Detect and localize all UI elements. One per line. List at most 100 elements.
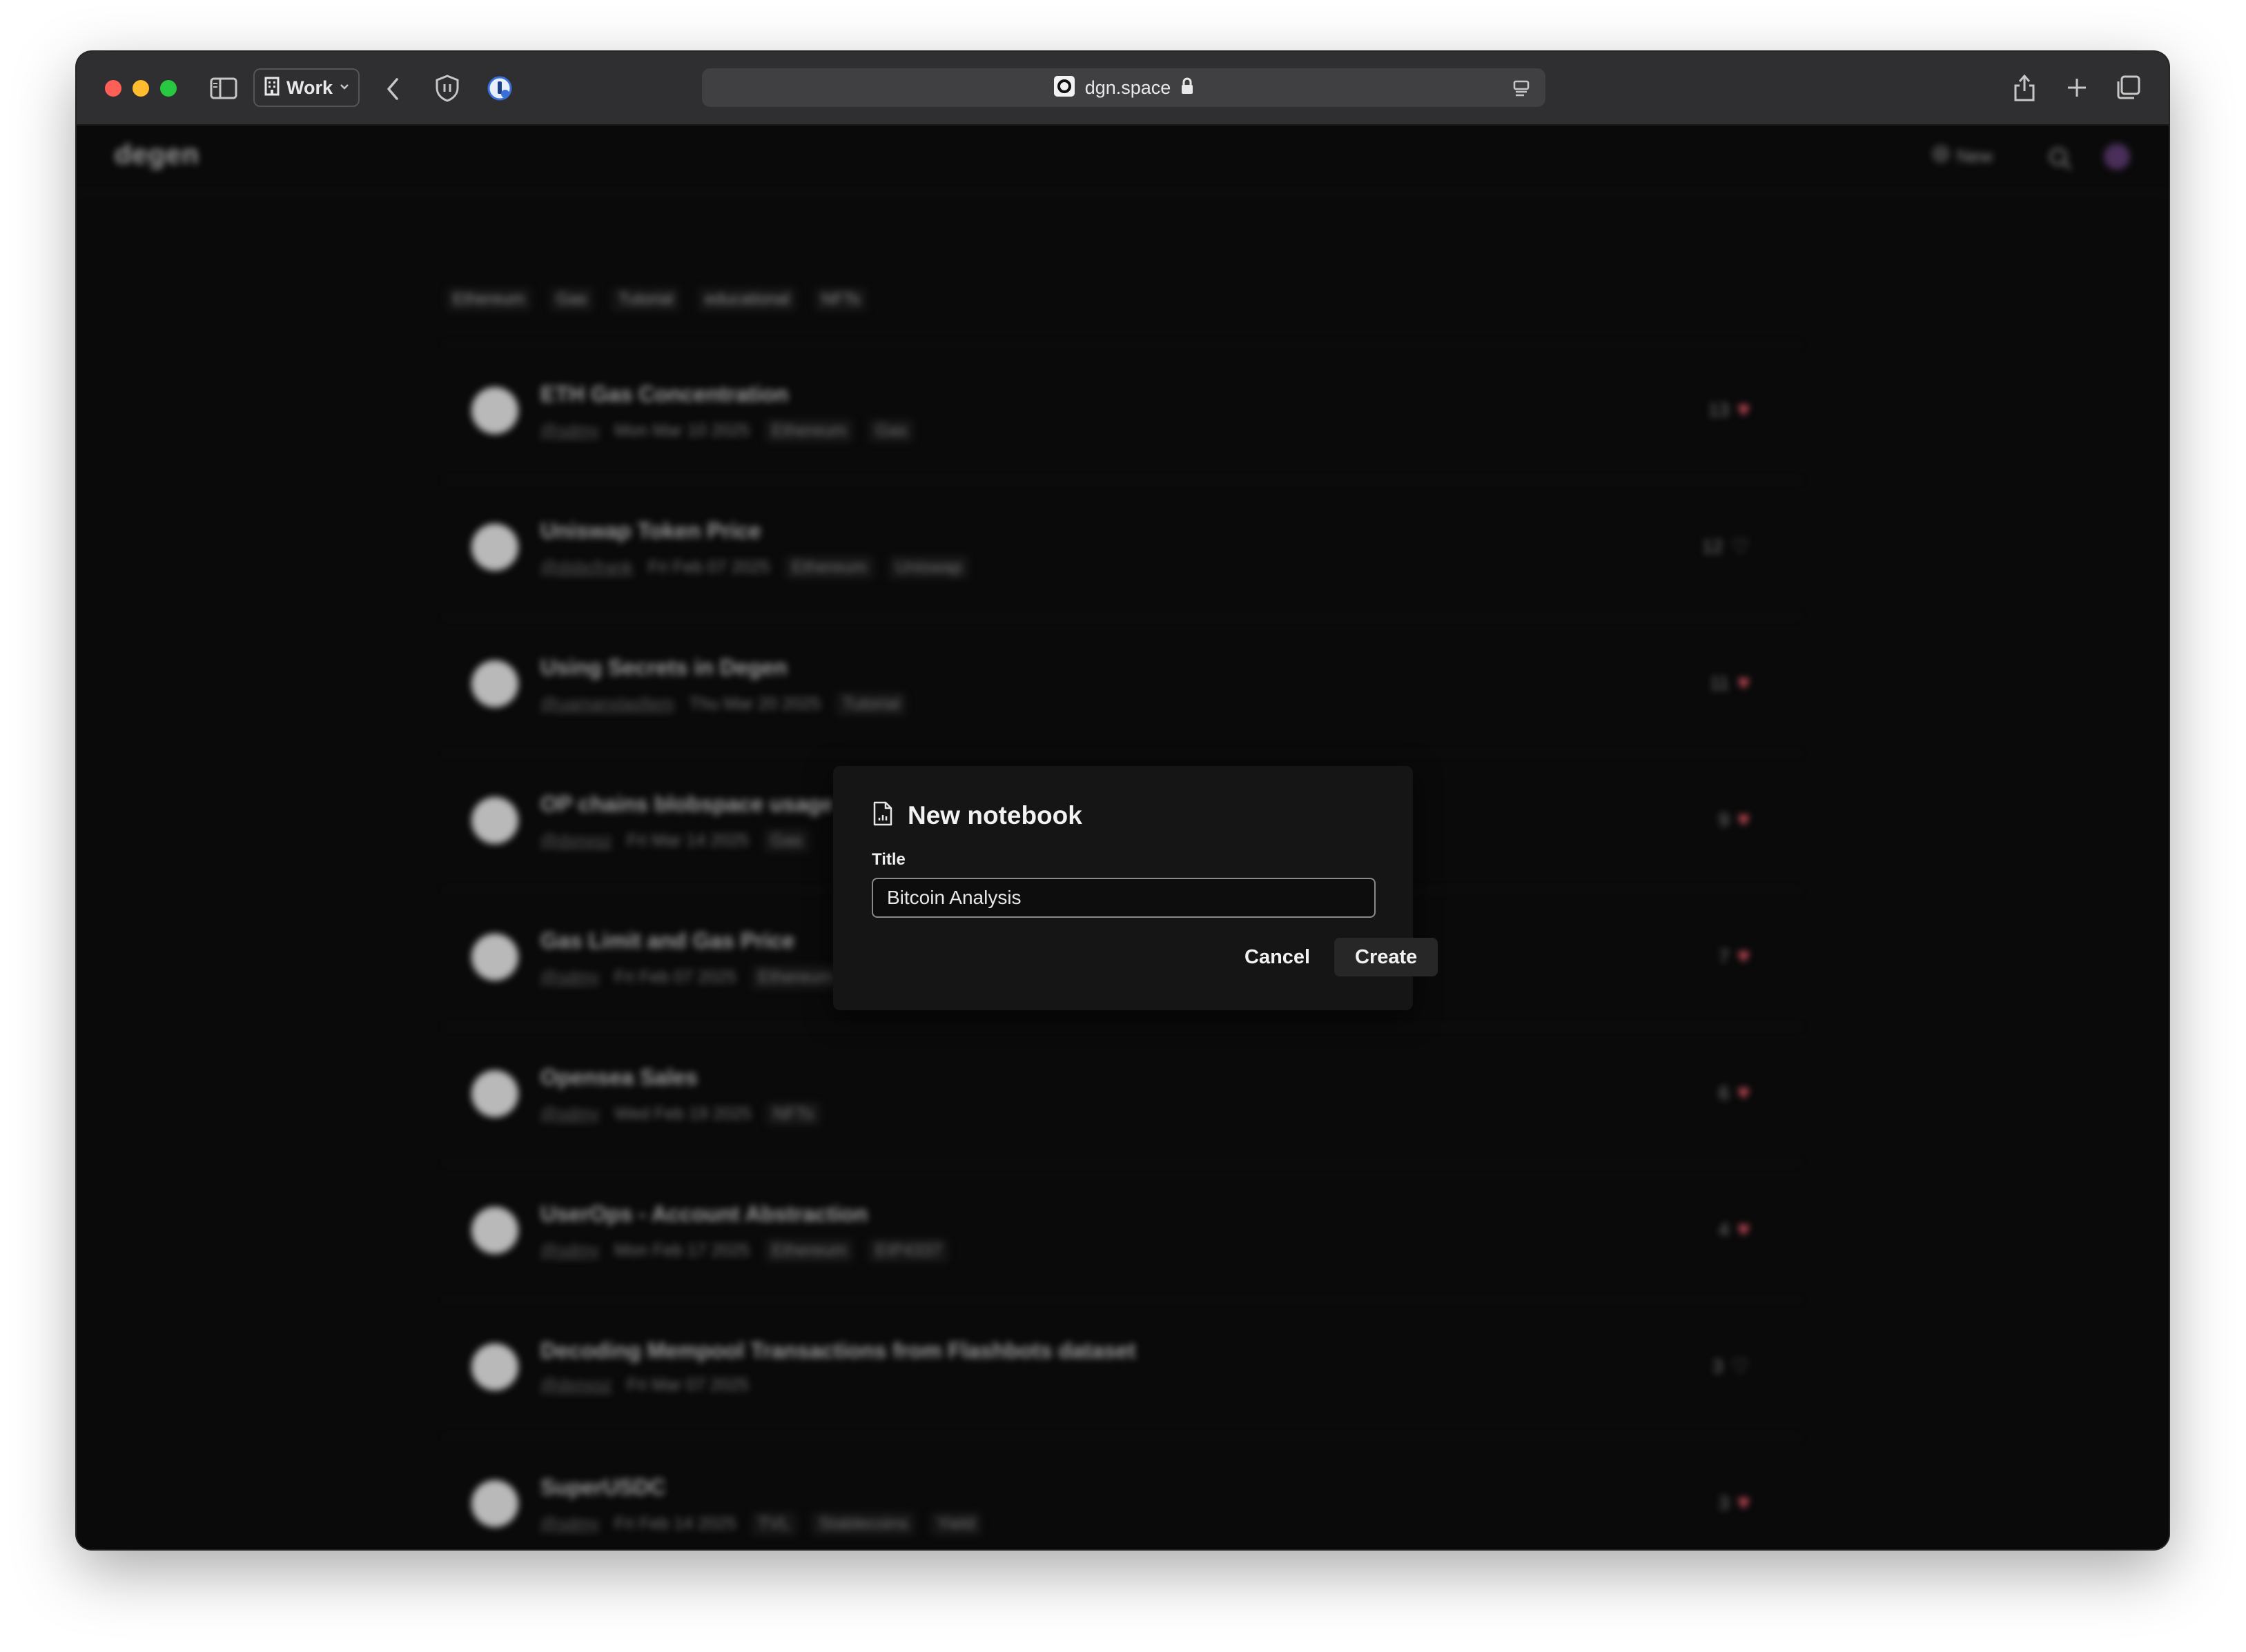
notebook-row[interactable]: UserOps - Account Abstraction @sdmy Mon Fe… <box>444 1164 1801 1301</box>
author-link[interactable]: @sdmy <box>540 967 599 987</box>
profile-selector[interactable]: Work <box>253 68 360 107</box>
notebook-date: Fri Mar 07 2025 <box>627 1375 749 1395</box>
author-link[interactable]: @sdmy <box>540 1514 599 1534</box>
author-link[interactable]: @dsbcfrank <box>540 558 633 578</box>
cancel-button[interactable]: Cancel <box>1224 938 1331 976</box>
tag-filter-item[interactable]: Ethereum <box>446 287 532 312</box>
notebook-title[interactable]: Using Secrets in Degen <box>540 655 787 680</box>
tab-overview-icon[interactable] <box>2113 72 2143 103</box>
notebook-row[interactable]: Uniswap Token Price @dsbcfrank Fri Feb 07 … <box>444 481 1801 618</box>
notebook-tag[interactable]: Ethereum <box>765 419 854 443</box>
notebook-tag[interactable]: Gas <box>763 829 810 853</box>
like-counter[interactable]: 3 ♥ <box>1719 1491 1750 1515</box>
privacy-shield-icon[interactable] <box>431 72 463 104</box>
create-button[interactable]: Create <box>1334 938 1438 976</box>
notebook-row[interactable]: ETH Gas Concentration @sdmy Mon Mar 10 202… <box>444 344 1801 481</box>
tag-filter-item[interactable]: Gas <box>549 287 594 312</box>
notebook-title[interactable]: Uniswap Token Price <box>540 518 761 544</box>
like-count: 9 <box>1719 809 1730 830</box>
heart-icon[interactable]: ♥ <box>1737 945 1750 968</box>
lock-icon <box>1180 77 1194 99</box>
back-button[interactable] <box>379 75 407 103</box>
sidebar-toggle-icon[interactable] <box>209 75 238 101</box>
like-counter[interactable]: 7 ♥ <box>1719 945 1750 968</box>
new-notebook-link[interactable]: New <box>1932 145 1993 168</box>
author-avatar[interactable] <box>471 1207 518 1254</box>
like-count: 3 <box>1712 1356 1723 1377</box>
author-avatar[interactable] <box>471 934 518 981</box>
like-counter[interactable]: 11 ♥ <box>1710 671 1750 695</box>
author-link[interactable]: @sdmy <box>540 1241 599 1261</box>
notebook-tag[interactable]: Gas <box>868 419 915 443</box>
reader-mode-icon[interactable] <box>1511 78 1532 99</box>
author-avatar[interactable] <box>471 387 518 434</box>
notebook-tag[interactable]: Ethereum <box>785 555 874 580</box>
notebook-row[interactable]: SuperUSDC @sdmy Fri Feb 14 2025 TVL Stableco… <box>444 1437 1801 1549</box>
profile-label: Work <box>286 77 333 98</box>
heart-icon[interactable]: ♡ <box>1731 1355 1750 1379</box>
author-avatar[interactable] <box>471 660 518 707</box>
heart-icon[interactable]: ♥ <box>1737 398 1750 422</box>
notebook-title[interactable]: OP chains blobspace usage <box>540 791 833 817</box>
share-icon[interactable] <box>2009 71 2040 104</box>
notebook-title[interactable]: SuperUSDC <box>540 1475 665 1500</box>
notebook-title[interactable]: Gas Limit and Gas Price <box>540 928 794 954</box>
minimize-window-button[interactable] <box>133 80 149 97</box>
author-link[interactable]: @dxnxsz <box>540 1375 612 1395</box>
notebook-tag[interactable]: EIP4337 <box>868 1239 949 1263</box>
heart-icon[interactable]: ♥ <box>1737 1491 1750 1515</box>
notebook-tag[interactable]: Yield <box>930 1512 982 1536</box>
like-count: 12 <box>1702 536 1723 557</box>
notebook-row[interactable]: Opensea Sales @sdmy Wed Feb 19 2025 NFTs 6 ♥ <box>444 1027 1801 1164</box>
password-manager-icon[interactable] <box>484 72 516 104</box>
notebook-title[interactable]: UserOps - Account Abstraction <box>540 1201 868 1227</box>
notebook-title[interactable]: Opensea Sales <box>540 1065 698 1090</box>
heart-icon[interactable]: ♡ <box>1731 535 1750 559</box>
notebook-meta: @sdmy Mon Mar 10 2025 Ethereum Gas <box>540 419 915 443</box>
site-logo[interactable]: degen <box>115 139 199 170</box>
notebook-title[interactable]: Decoding Mempool Transactions from Flash… <box>540 1338 1135 1364</box>
dialog-header: New notebook <box>872 800 1082 830</box>
author-link[interactable]: @sdmy <box>540 421 599 441</box>
author-avatar[interactable] <box>471 1480 518 1527</box>
author-avatar[interactable] <box>471 1344 518 1390</box>
notebook-meta: @dxnxsz Fri Mar 14 2025 Gas <box>540 829 810 853</box>
notebook-title[interactable]: ETH Gas Concentration <box>540 382 788 407</box>
like-counter[interactable]: 9 ♥ <box>1719 808 1750 832</box>
author-link[interactable]: @uamanxlasfiem <box>540 694 674 714</box>
heart-icon[interactable]: ♥ <box>1737 1081 1750 1105</box>
notebook-tag[interactable]: Tutorial <box>835 692 907 716</box>
search-icon[interactable] <box>2045 144 2076 174</box>
author-link[interactable]: @dxnxsz <box>540 831 612 851</box>
notebook-tag[interactable]: Uniswap <box>888 555 969 580</box>
address-bar[interactable]: dgn.space <box>702 68 1545 107</box>
new-tab-icon[interactable] <box>2062 72 2092 103</box>
notebook-tag[interactable]: TVL <box>751 1512 797 1536</box>
notebook-tag[interactable]: NFTs <box>766 1102 821 1126</box>
tag-filter-item[interactable]: NFTs <box>814 287 867 312</box>
close-window-button[interactable] <box>105 80 121 97</box>
author-avatar[interactable] <box>471 1070 518 1117</box>
heart-icon[interactable]: ♥ <box>1737 1218 1750 1241</box>
notebook-row[interactable]: Decoding Mempool Transactions from Flash… <box>444 1301 1801 1437</box>
author-link[interactable]: @sdmy <box>540 1104 599 1124</box>
notebook-tag[interactable]: Ethereum <box>765 1239 854 1263</box>
notebook-row[interactable]: Using Secrets in Degen @uamanxlasfiem Thu … <box>444 618 1801 754</box>
heart-icon[interactable]: ♥ <box>1737 808 1750 832</box>
like-counter[interactable]: 3 ♡ <box>1712 1355 1750 1379</box>
heart-icon[interactable]: ♥ <box>1737 671 1750 695</box>
tag-filter-item[interactable]: Tutorial <box>612 287 681 312</box>
tag-filter-item[interactable]: educational <box>698 287 797 312</box>
notebook-title-input[interactable] <box>872 878 1376 918</box>
notebook-tag[interactable]: Ethereum <box>751 965 840 990</box>
author-avatar[interactable] <box>471 797 518 844</box>
like-counter[interactable]: 4 ♥ <box>1719 1218 1750 1241</box>
like-counter[interactable]: 6 ♥ <box>1719 1081 1750 1105</box>
user-avatar[interactable] <box>2104 144 2130 170</box>
notebook-tag[interactable]: Stablecoins <box>812 1512 915 1536</box>
browser-window: Work dgn.space degen New Ethereum Gas Tu… <box>77 52 2169 1549</box>
like-counter[interactable]: 13 ♥ <box>1708 398 1750 422</box>
like-counter[interactable]: 12 ♡ <box>1702 535 1750 559</box>
author-avatar[interactable] <box>471 524 518 571</box>
zoom-window-button[interactable] <box>160 80 177 97</box>
